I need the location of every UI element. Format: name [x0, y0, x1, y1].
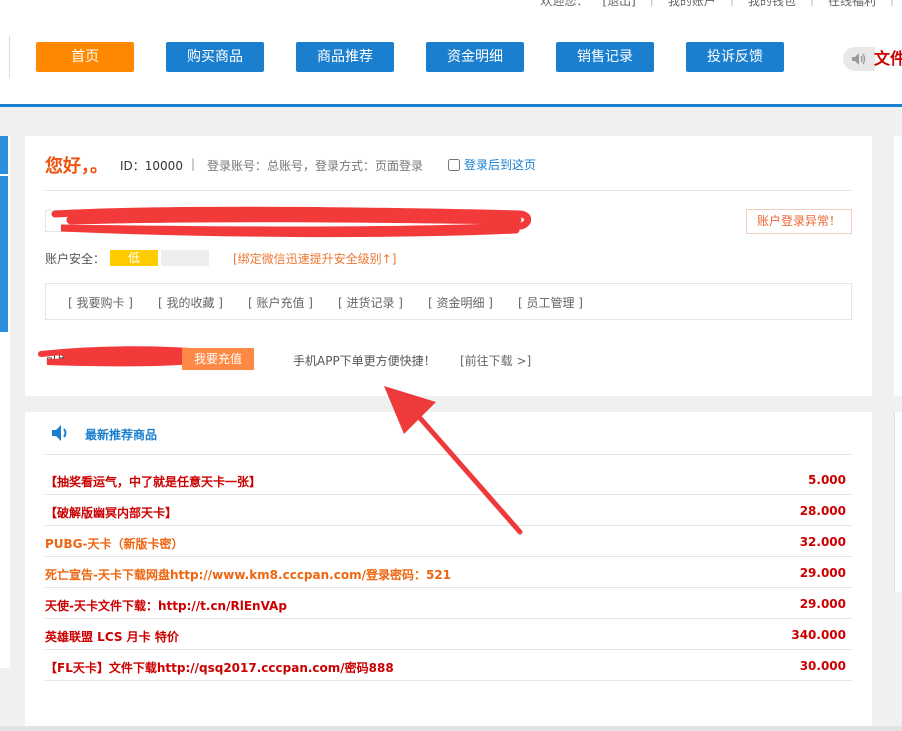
nav-recommend[interactable]: 商品推荐 — [296, 42, 394, 72]
recommend-item[interactable]: PUBG-天卡（新版卡密） 32.000 — [45, 526, 852, 557]
recommend-item-name[interactable]: 【破解版幽冥内部天卡】 — [45, 504, 177, 521]
recommend-item-price: 28.000 — [799, 504, 846, 518]
recommend-item-price: 5.000 — [808, 473, 846, 487]
quicklink-favorites[interactable]: [ 我的收藏 ] — [158, 294, 223, 311]
top-bar: 欢迎您： [退出] | 我的账户 | 我的钱包 | 在线福利 | — [0, 0, 902, 10]
header-notice-text[interactable]: 文件 — [874, 47, 902, 71]
logout-link[interactable]: [退出] — [602, 0, 635, 9]
my-account-link[interactable]: 我的账户 — [668, 0, 716, 9]
recommend-panel: 最新推荐商品 【抽奖看运气，中了就是任意天卡一张】 5.000 【破解版幽冥内部… — [25, 412, 872, 731]
footer-edge — [0, 726, 902, 731]
top-links: 欢迎您： [退出] | 我的账户 | 我的钱包 | 在线福利 | — [540, 0, 894, 9]
id-separator: | — [191, 157, 196, 171]
speaker-icon — [52, 425, 67, 441]
recommend-title: 最新推荐商品 — [85, 428, 158, 442]
welcome-text: 欢迎您： — [540, 0, 589, 8]
nav-buy-goods[interactable]: 购买商品 — [166, 42, 264, 72]
remember-page-checkbox[interactable] — [448, 158, 460, 171]
quicklink-staff[interactable]: [ 员工管理 ] — [518, 294, 583, 311]
user-info-panel: 您好，。 ID：10000 | 登录账号：总账号，登录方式：页面登录 登录后到这… — [25, 136, 872, 396]
recommend-item[interactable]: 天使-天卡文件下载：http://t.cn/RlEnVAp 29.000 — [45, 588, 852, 619]
app-tip: 手机APP下单更方便快捷！ — [293, 354, 436, 368]
separator: | — [810, 0, 814, 9]
header-divider — [9, 36, 10, 78]
balance-label: 可用余额： — [45, 353, 106, 367]
quicklink-purchase-records[interactable]: [ 进货记录 ] — [338, 294, 403, 311]
nav-complaint[interactable]: 投诉反馈 — [686, 42, 784, 72]
nav-sales[interactable]: 销售记录 — [556, 42, 654, 72]
recommend-item-name[interactable]: 【FL天卡】文件下载http://qsq2017.cccpan.com/密码88… — [45, 659, 394, 676]
main-nav: 首页 购买商品 商品推荐 资金明细 销售记录 投诉反馈 — [36, 42, 784, 72]
recommend-list: 【抽奖看运气，中了就是任意天卡一张】 5.000 【破解版幽冥内部天卡】 28.… — [45, 464, 852, 681]
recommend-item-price: 30.000 — [799, 659, 846, 673]
separator: | — [730, 0, 734, 9]
bind-wechat-link[interactable]: [绑定微信迅速提升安全级别↑] — [233, 250, 396, 267]
quick-links: [ 我要购卡 ] [ 我的收藏 ] [ 账户充值 ] [ 进货记录 ] [ 资金… — [45, 283, 852, 320]
remember-page-option[interactable]: 登录后到这页 — [448, 156, 536, 173]
recharge-button[interactable]: 我要充值 — [182, 348, 254, 370]
login-info: 登录账号：总账号，登录方式：页面登录 — [207, 159, 424, 173]
recommend-item[interactable]: 死亡宣告-天卡下载网盘http://www.km8.cccpan.com/登录密… — [45, 557, 852, 588]
separator: | — [650, 0, 654, 9]
security-level-empty — [161, 250, 209, 266]
welfare-link[interactable]: 在线福利 — [828, 0, 876, 9]
recommend-item-name[interactable]: 英雄联盟 LCS 月卡 特价 — [45, 628, 179, 645]
separator: | — [890, 0, 894, 9]
remember-page-label[interactable]: 登录后到这页 — [464, 156, 536, 173]
nav-home[interactable]: 首页 — [36, 42, 134, 72]
left-sidebar-tab[interactable] — [0, 136, 8, 332]
recommend-item-name[interactable]: 死亡宣告-天卡下载网盘http://www.km8.cccpan.com/登录密… — [45, 566, 451, 583]
nav-funds[interactable]: 资金明细 — [426, 42, 524, 72]
recommend-item-name[interactable]: PUBG-天卡（新版卡密） — [45, 535, 184, 552]
user-id: ID：10000 — [120, 159, 183, 173]
security-label: 账户安全： — [45, 252, 106, 266]
right-sidebar-edge — [894, 136, 902, 396]
recommend-item[interactable]: 【FL天卡】文件下载http://qsq2017.cccpan.com/密码88… — [45, 650, 852, 681]
left-sidebar-divider — [0, 174, 8, 176]
recommend-item-price: 32.000 — [799, 535, 846, 549]
divider — [45, 190, 852, 191]
quicklink-buy-card[interactable]: [ 我要购卡 ] — [68, 294, 133, 311]
recommend-item[interactable]: 英雄联盟 LCS 月卡 特价 340.000 — [45, 619, 852, 650]
my-wallet-link[interactable]: 我的钱包 — [748, 0, 796, 9]
header-underline — [0, 104, 902, 107]
login-abnormal-button[interactable]: 账户登录异常！ — [746, 209, 852, 234]
recommend-item-price: 340.000 — [791, 628, 846, 642]
right-sidebar-edge-lower — [894, 412, 902, 592]
redacted-field — [45, 210, 515, 232]
quicklink-funds[interactable]: [ 资金明细 ] — [428, 294, 493, 311]
quicklink-recharge[interactable]: [ 账户充值 ] — [248, 294, 313, 311]
divider — [45, 454, 852, 455]
notice-speaker-icon — [843, 47, 875, 71]
recommend-item[interactable]: 【破解版幽冥内部天卡】 28.000 — [45, 495, 852, 526]
recommend-item-price: 29.000 — [799, 597, 846, 611]
download-app-link[interactable]: [前往下载 >] — [460, 352, 531, 369]
recommend-item[interactable]: 【抽奖看运气，中了就是任意天卡一张】 5.000 — [45, 464, 852, 495]
recommend-item-name[interactable]: 【抽奖看运气，中了就是任意天卡一张】 — [45, 473, 261, 490]
greeting: 您好，。 — [45, 156, 108, 177]
recommend-item-price: 29.000 — [799, 566, 846, 580]
recommend-item-name[interactable]: 天使-天卡文件下载：http://t.cn/RlEnVAp — [45, 597, 287, 614]
security-level-bar: 低 — [110, 250, 158, 266]
